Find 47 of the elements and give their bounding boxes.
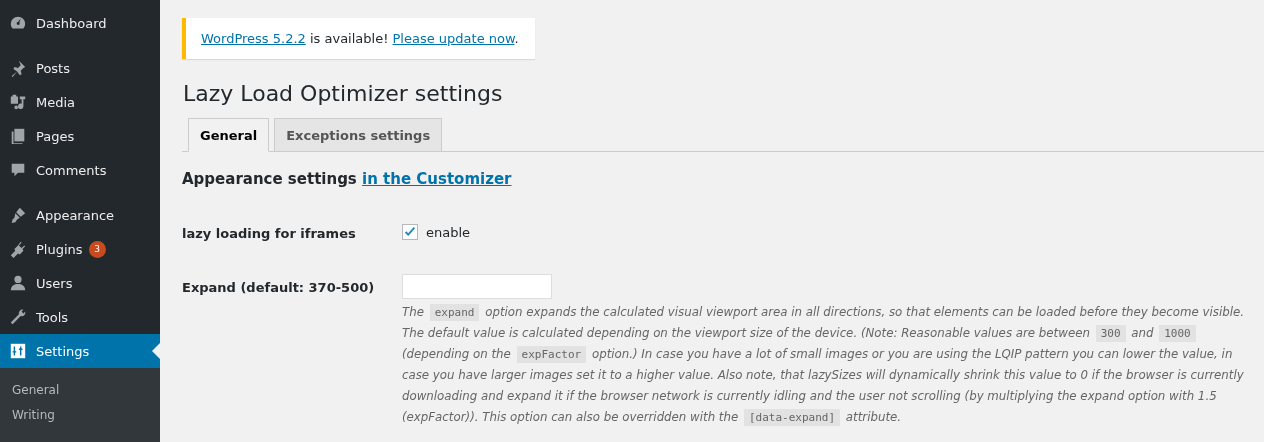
customizer-link[interactable]: in the Customizer [362, 170, 512, 188]
media-icon [9, 93, 27, 111]
section-title: Appearance settings [182, 170, 358, 188]
menu-label: Plugins [36, 241, 83, 257]
field-label: lazy loading for iframes [182, 225, 357, 243]
wrench-icon [9, 308, 27, 326]
menu-label: Posts [36, 60, 70, 76]
text-input[interactable] [402, 274, 552, 299]
menu-item[interactable]: Pages [0, 119, 160, 153]
user-icon [9, 274, 27, 292]
menu-item[interactable]: Posts [0, 51, 160, 85]
notice-link[interactable]: WordPress 5.2.2 [201, 31, 306, 46]
menu-label: Comments [36, 162, 107, 178]
plug-icon [9, 240, 27, 258]
menu-label: Appearance [36, 207, 115, 223]
update-count-badge: 3 [88, 240, 106, 258]
menu-item[interactable]: Tools [0, 300, 160, 334]
pages-icon [9, 127, 27, 145]
checkbox-label: enable [426, 224, 471, 240]
menu-item[interactable]: Comments [0, 153, 160, 187]
tab[interactable]: General [188, 118, 270, 152]
menu-label: Users [36, 275, 73, 291]
menu-item[interactable]: Appearance [0, 198, 160, 232]
notice-link[interactable]: Please update now [392, 31, 515, 46]
notice-text: WordPress 5.2.2 is available! Please update now. [201, 30, 519, 48]
field-description: The expand option expands the calculated visual viewport area in all directions, so that elements can be loaded before they become visible. The default value is calculated depending on the viewport size of the device. (Note: Reasonable values are between 300 and 1000 (depending on the expFactor option.) In case you have a lot of small images or you are using the LQIP pattern you can lower the value, in case you have larger images set it to a higher value. Also note, that lazySizes will dynamically shrink this value to 0 if the browser is currently downloading and expand it if the browser network is currently idling and the user not scrolling (by multiplying the expand option with 1.5 (expFactor)). This option can also be overridden with the [data-expand] attribute. [402, 303, 1245, 428]
menu-item[interactable]: Media [0, 85, 160, 119]
menu-label: Settings [36, 343, 90, 359]
field-label: Expand (default: 370-500) [182, 279, 376, 297]
menu-label: Tools [36, 309, 69, 325]
menu-label: Media [36, 94, 76, 110]
tab[interactable]: Exceptions settings [274, 118, 443, 152]
menu-item[interactable]: Users [0, 266, 160, 300]
page-title: Lazy Load Optimizer settings [183, 81, 504, 106]
brush-icon [9, 206, 27, 224]
sliders-icon [9, 342, 27, 360]
pin-icon [9, 59, 27, 77]
menu-label: Pages [36, 128, 75, 144]
submenu-item[interactable]: Writing [0, 403, 160, 428]
menu-item[interactable]: Settings [0, 334, 160, 368]
current-pointer [152, 343, 160, 359]
submenu-item[interactable]: General [0, 378, 160, 403]
menu-item[interactable]: Dashboard [0, 6, 160, 40]
checkbox[interactable] [402, 224, 418, 240]
comment-icon [9, 161, 27, 179]
menu-label: Dashboard [36, 15, 107, 31]
menu-item[interactable]: Plugins 3 [0, 232, 160, 266]
